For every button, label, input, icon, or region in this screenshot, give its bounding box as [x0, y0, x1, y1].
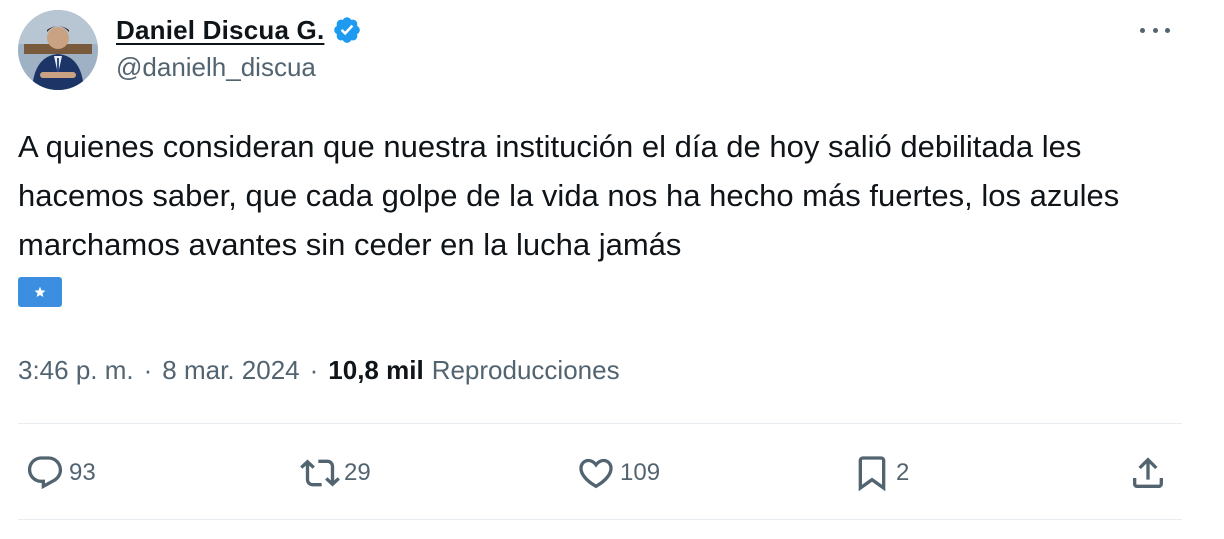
- reply-button[interactable]: 93: [25, 450, 96, 496]
- retweet-count: 29: [344, 459, 371, 486]
- author-name-row: Daniel Discua G.: [116, 12, 362, 48]
- meta-separator: ·: [309, 354, 319, 385]
- heart-icon: [579, 458, 613, 489]
- more-dots-icon: [1140, 27, 1145, 33]
- bookmark-button[interactable]: 2: [852, 450, 909, 496]
- share-upload-icon: [1133, 457, 1163, 488]
- bookmark-icon: [858, 456, 886, 492]
- verified-badge-icon[interactable]: [332, 15, 362, 45]
- more-options-button[interactable]: [1140, 18, 1170, 42]
- reply-count: 93: [69, 459, 96, 486]
- retweet-icon: [300, 459, 340, 487]
- more-dots-icon: [1165, 27, 1170, 33]
- avatar-image: [18, 10, 98, 90]
- author-display-name[interactable]: Daniel Discua G.: [116, 15, 324, 46]
- tweet-card: Daniel Discua G. @danielh_discua A quien…: [0, 0, 1224, 539]
- views-label: Reproducciones: [431, 354, 620, 385]
- avatar[interactable]: [18, 10, 98, 90]
- tweet-text: A quienes consideran que nuestra institu…: [18, 129, 1120, 262]
- like-count: 109: [620, 459, 661, 486]
- tweet-date[interactable]: 8 mar. 2024: [162, 355, 299, 386]
- tweet-time[interactable]: 3:46 p. m.: [18, 355, 134, 386]
- tweet-meta: 3:46 p. m. · 8 mar. 2024 · 10,8 mil Repr…: [18, 350, 620, 390]
- share-button[interactable]: [1128, 450, 1168, 496]
- retweet-button[interactable]: 29: [300, 450, 371, 496]
- divider: [18, 423, 1182, 424]
- author-handle[interactable]: @danielh_discua: [116, 52, 316, 83]
- more-dots-icon: [1152, 27, 1158, 33]
- divider: [18, 519, 1182, 520]
- bookmark-count: 2: [896, 459, 910, 486]
- meta-separator: ·: [143, 354, 153, 385]
- reply-bubble-icon: [27, 456, 63, 490]
- flag-honduras-icon: [18, 277, 62, 307]
- like-button[interactable]: 109: [576, 450, 660, 496]
- action-bar: 93 29 109 2: [0, 450, 1224, 496]
- views-count: 10,8 mil: [328, 354, 424, 385]
